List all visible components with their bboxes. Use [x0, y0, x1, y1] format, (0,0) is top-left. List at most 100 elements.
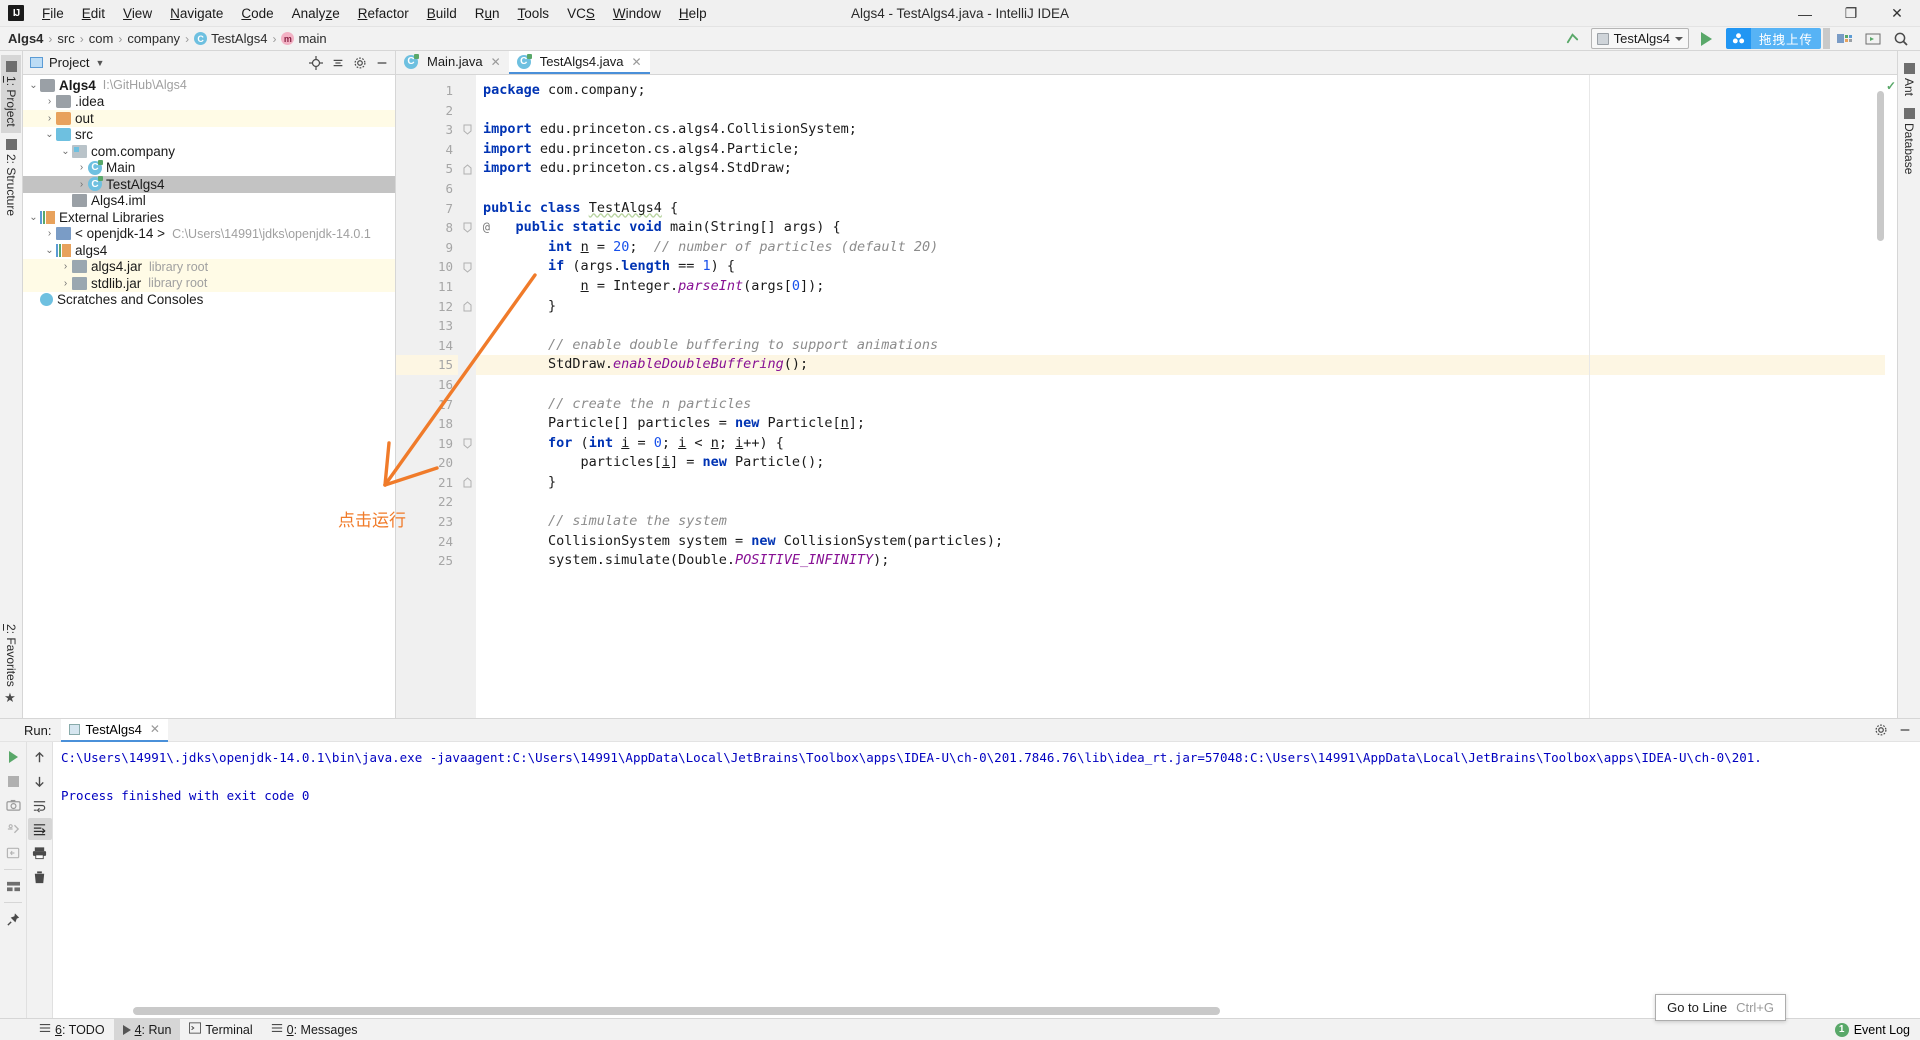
line-number-9[interactable]: 9: [396, 238, 458, 258]
code-line-23[interactable]: // simulate the system: [476, 512, 1897, 532]
gear-icon[interactable]: [349, 52, 371, 74]
tree-node-main[interactable]: › C Main: [23, 159, 395, 177]
breadcrumb-item-src[interactable]: src: [57, 31, 74, 46]
tool-tab-favorites[interactable]: 2: Favorites ★: [1, 618, 22, 712]
pin-icon[interactable]: [1, 908, 25, 930]
restore-layout-icon[interactable]: [1, 842, 25, 864]
tree-node-com-company[interactable]: ⌄ com.company: [23, 143, 395, 160]
line-number-17[interactable]: 17: [396, 395, 458, 415]
line-number-6[interactable]: 6: [396, 179, 458, 199]
tree-node-testalgs4[interactable]: › C TestAlgs4: [23, 176, 395, 193]
menu-item-tools[interactable]: Tools: [509, 2, 559, 25]
close-icon[interactable]: ✕: [150, 722, 160, 736]
chevron-right-icon[interactable]: ›: [75, 179, 88, 190]
gear-icon[interactable]: [1870, 719, 1892, 741]
tree-node-out[interactable]: › out: [23, 110, 395, 127]
code-line-25[interactable]: system.simulate(Double.POSITIVE_INFINITY…: [476, 551, 1897, 571]
line-number-24[interactable]: 24: [396, 532, 458, 552]
menu-item-view[interactable]: View: [114, 2, 161, 25]
project-structure-icon[interactable]: [1832, 28, 1858, 50]
code-content[interactable]: package com.company; import edu.princeto…: [476, 75, 1897, 718]
code-line-9[interactable]: int n = 20; // number of particles (defa…: [476, 238, 1897, 258]
code-line-12[interactable]: }: [476, 297, 1897, 317]
breadcrumb-item-main[interactable]: m main: [281, 31, 327, 46]
line-number-13[interactable]: 13: [396, 316, 458, 336]
menu-item-analyze[interactable]: Analyze: [283, 2, 349, 25]
menu-item-build[interactable]: Build: [418, 2, 466, 25]
line-number-2[interactable]: 2: [396, 101, 458, 121]
code-line-14[interactable]: // enable double buffering to support an…: [476, 336, 1897, 356]
code-line-2[interactable]: [476, 101, 1897, 121]
code-line-11[interactable]: n = Integer.parseInt(args[0]);: [476, 277, 1897, 297]
project-tree[interactable]: ⌄ Algs4 I:\GitHub\Algs4 › .idea › out ⌄ src ⌄ com.…: [23, 75, 395, 718]
line-number-18[interactable]: 18: [396, 414, 458, 434]
code-line-21[interactable]: }: [476, 473, 1897, 493]
menu-item-help[interactable]: Help: [670, 2, 716, 25]
fold-toggle-10[interactable]: [458, 257, 476, 277]
code-line-18[interactable]: Particle[] particles = new Particle[n];: [476, 414, 1897, 434]
tree-node-stdlib-jar[interactable]: › stdlib.jar library root: [23, 275, 395, 292]
hide-icon[interactable]: [1894, 719, 1916, 741]
line-number-21[interactable]: 21: [396, 473, 458, 493]
scroll-to-end-icon[interactable]: [27, 818, 52, 840]
code-line-24[interactable]: CollisionSystem system = new CollisionSy…: [476, 532, 1897, 552]
fold-toggle-8[interactable]: [458, 218, 476, 238]
breadcrumb-item-testalgs4[interactable]: C TestAlgs4: [194, 31, 267, 46]
chevron-down-icon[interactable]: ▼: [95, 58, 104, 68]
up-icon[interactable]: [28, 746, 52, 768]
fold-toggle-21[interactable]: [458, 473, 476, 493]
line-number-11[interactable]: 11: [396, 277, 458, 297]
breadcrumb-item-com[interactable]: com: [89, 31, 114, 46]
maximize-button[interactable]: ❐: [1828, 0, 1874, 27]
tree-node-algs4-iml[interactable]: Algs4.iml: [23, 193, 395, 210]
tree-node-src[interactable]: ⌄ src: [23, 127, 395, 144]
error-stripe[interactable]: ✓: [1885, 75, 1897, 718]
code-viewport[interactable]: 1 2 3 4 5 6 7 8 @9 10 11 12 13 14 15 16 17 18 19 20 21 22 23 24…: [396, 75, 1897, 718]
run-button[interactable]: [1694, 28, 1720, 50]
code-line-19[interactable]: for (int i = 0; i < n; i++) {: [476, 434, 1897, 454]
tool-tab-ant[interactable]: Ant: [1899, 57, 1919, 102]
tool-tab-database[interactable]: Database: [1899, 102, 1919, 180]
screenshot-icon[interactable]: [1, 794, 25, 816]
line-number-5[interactable]: 5: [396, 159, 458, 179]
console-output[interactable]: C:\Users\14991\.jdks\openjdk-14.0.1\bin\…: [53, 742, 1920, 1018]
run-tab[interactable]: TestAlgs4 ✕: [61, 718, 168, 742]
chevron-right-icon[interactable]: ›: [59, 261, 72, 272]
editor-scrollbar-thumb[interactable]: [1877, 91, 1884, 241]
fold-gutter[interactable]: [458, 75, 476, 718]
code-line-15[interactable]: StdDraw.enableDoubleBuffering();: [476, 355, 1897, 375]
bottom-tab-terminal[interactable]: Terminal: [180, 1019, 261, 1040]
line-number-12[interactable]: 12: [396, 297, 458, 317]
hide-icon[interactable]: [371, 52, 393, 74]
event-log-button[interactable]: 1 Event Log: [1825, 1022, 1920, 1037]
chevron-down-icon[interactable]: ⌄: [43, 245, 56, 256]
menu-item-run[interactable]: Run: [466, 2, 509, 25]
close-button[interactable]: ✕: [1874, 0, 1920, 27]
fold-toggle-12[interactable]: [458, 297, 476, 317]
menu-item-refactor[interactable]: Refactor: [349, 2, 418, 25]
menu-item-file[interactable]: File: [33, 2, 73, 25]
chevron-down-icon[interactable]: ⌄: [27, 212, 40, 223]
code-line-7[interactable]: public class TestAlgs4 {: [476, 199, 1897, 219]
chevron-right-icon[interactable]: ›: [75, 162, 88, 173]
dump-threads-icon[interactable]: [1, 818, 25, 840]
tree-node-algs4-jar[interactable]: › algs4.jar library root: [23, 258, 395, 275]
soft-wrap-icon[interactable]: [28, 794, 52, 816]
line-number-7[interactable]: 7: [396, 199, 475, 219]
rerun-icon[interactable]: [1, 746, 25, 768]
code-line-16[interactable]: [476, 375, 1897, 395]
tree-node-idea[interactable]: › .idea: [23, 94, 395, 111]
chevron-right-icon[interactable]: ›: [43, 96, 56, 107]
tree-node-scratches-and-consoles[interactable]: Scratches and Consoles: [23, 292, 395, 309]
search-icon[interactable]: [1888, 28, 1914, 50]
target-icon[interactable]: [305, 52, 327, 74]
code-line-4[interactable]: import edu.princeton.cs.algs4.Particle;: [476, 140, 1897, 160]
code-line-6[interactable]: [476, 179, 1897, 199]
bottom-tab-messages[interactable]: 0: Messages: [262, 1019, 367, 1040]
down-icon[interactable]: [28, 770, 52, 792]
chevron-down-icon[interactable]: ⌄: [43, 129, 56, 140]
console-horizontal-scrollbar[interactable]: [133, 1007, 1220, 1015]
close-icon[interactable]: ✕: [632, 55, 642, 69]
layout-icon[interactable]: [1860, 28, 1886, 50]
chevron-down-icon[interactable]: ⌄: [59, 146, 72, 157]
